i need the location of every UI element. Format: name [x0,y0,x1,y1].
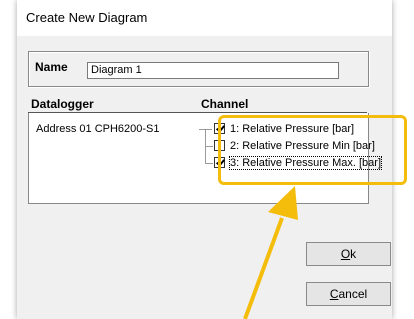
channel-header: Channel [201,97,249,111]
tree-connector [205,146,213,147]
highlight-box [218,115,407,185]
dialog-title: Create New Diagram [26,10,148,25]
cancel-label-rest: ancel [338,287,368,301]
name-group: Name Diagram 1 [28,51,369,87]
datalogger-item[interactable]: Address 01 CPH6200-S1 [36,123,160,135]
cancel-button[interactable]: Cancel [306,282,391,306]
tree-connector [205,163,213,164]
name-input[interactable]: Diagram 1 [87,62,339,79]
ok-button[interactable]: Ok [306,242,391,266]
title-bar: Create New Diagram [17,0,392,36]
ok-mnemonic: O [340,247,351,261]
name-label: Name [35,60,68,74]
datalogger-header: Datalogger [31,97,94,111]
ok-label-rest: k [350,247,357,261]
